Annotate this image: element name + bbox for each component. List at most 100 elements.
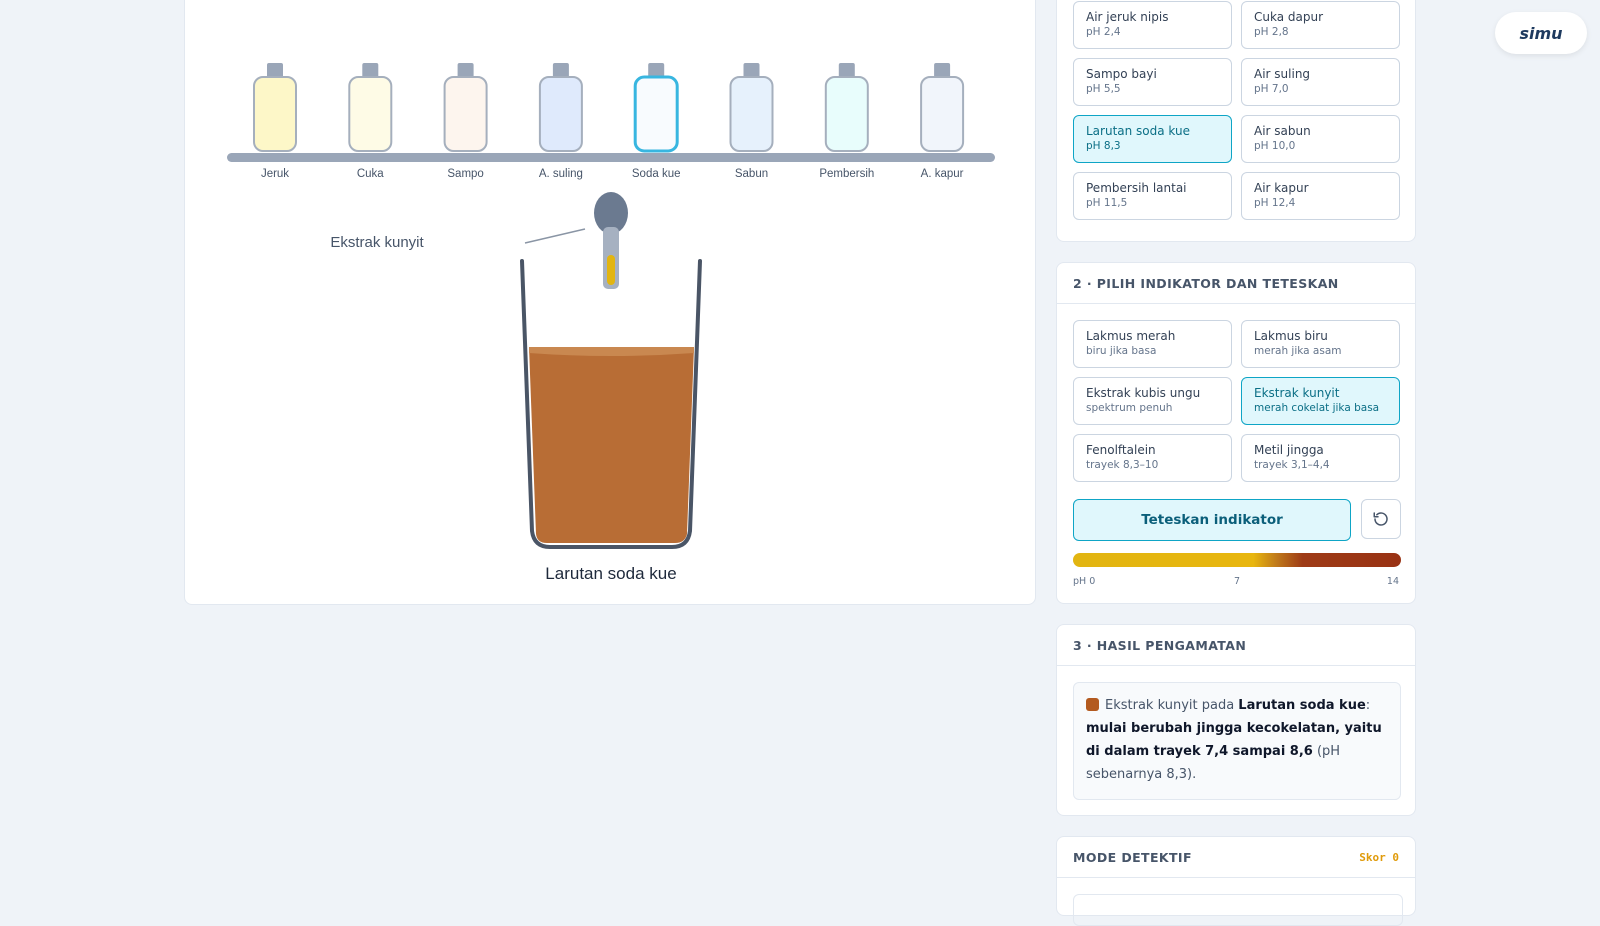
- bottle-sabun[interactable]: [729, 63, 774, 152]
- indicator-name: Ekstrak kunyit: [1254, 386, 1340, 400]
- solution-name: Sampo bayi: [1086, 67, 1157, 81]
- bottle-cap: [267, 63, 283, 78]
- solution-ph: pH 7,0: [1254, 83, 1289, 95]
- bottle-cap: [934, 63, 951, 78]
- simu-logo[interactable]: simu: [1495, 12, 1587, 54]
- solution-option-air-suling[interactable]: Air suling pH 7,0: [1241, 58, 1400, 106]
- indicator-option-metil-jingga[interactable]: Metil jingga trayek 3,1–4,4: [1241, 434, 1400, 482]
- indicator-option-lakmus-biru[interactable]: Lakmus biru merah jika asam: [1241, 320, 1400, 368]
- bottle-label-sampo: Sampo: [447, 168, 483, 180]
- result-panel-header: 3 · HASIL PENGAMATAN: [1057, 625, 1415, 666]
- lab-bench: Jeruk Cuka Sampo A. suling Soda kue Sabun Pemb…: [184, 0, 1036, 605]
- result-panel-title: 3 · HASIL PENGAMATAN: [1073, 637, 1247, 653]
- ph-color-scale: [1073, 553, 1401, 567]
- beaker: [520, 259, 702, 549]
- bottle-label-a-suling: A. suling: [539, 168, 583, 180]
- logo-text: simu: [1519, 23, 1563, 43]
- scale-label-mid: 7: [1234, 576, 1241, 587]
- indicator-desc: merah jika asam: [1254, 345, 1342, 357]
- indicator-name: Lakmus biru: [1254, 329, 1328, 343]
- dropper-pointer-line: [524, 228, 586, 244]
- beaker-liquid: [529, 347, 694, 543]
- solution-option-air-kapur[interactable]: Air kapur pH 12,4: [1241, 172, 1400, 220]
- indicator-panel-title: 2 · PILIH INDIKATOR DAN TETESKAN: [1073, 275, 1339, 291]
- result-colon: :: [1365, 698, 1371, 713]
- result-indicator: Ekstrak kunyit: [1105, 698, 1198, 713]
- solution-option-air-jeruk-nipis[interactable]: Air jeruk nipis pH 2,4: [1073, 1, 1232, 49]
- indicator-option-ekstrak-kubis-ungu[interactable]: Ekstrak kubis ungu spektrum penuh: [1073, 377, 1232, 425]
- indicator-name: Fenolftalein: [1086, 443, 1156, 457]
- bottle-label-cuka: Cuka: [357, 168, 384, 180]
- indicator-panel: 2 · PILIH INDIKATOR DAN TETESKAN Lakmus …: [1056, 262, 1416, 604]
- solution-grid: Air jeruk nipis pH 2,4 Cuka dapur pH 2,8 S…: [1073, 1, 1401, 220]
- indicator-option-ekstrak-kunyit[interactable]: Ekstrak kunyit merah cokelat jika basa: [1241, 377, 1400, 425]
- solution-name: Air kapur: [1254, 181, 1309, 195]
- indicator-option-fenolftalein[interactable]: Fenolftalein trayek 8,3–10: [1073, 434, 1232, 482]
- solution-label: Larutan soda kue: [545, 564, 676, 583]
- drop-indicator-button[interactable]: Teteskan indikator: [1073, 499, 1351, 541]
- solution-ph: pH 12,4: [1254, 197, 1296, 209]
- indicator-name: Ekstrak kubis ungu: [1086, 386, 1201, 400]
- indicator-desc: biru jika basa: [1086, 345, 1157, 357]
- solution-ph: pH 11,5: [1086, 197, 1128, 209]
- indicator-panel-header: 2 · PILIH INDIKATOR DAN TETESKAN: [1057, 263, 1415, 304]
- bottle-body: [920, 76, 965, 152]
- bottle-label-a-kapur: A. kapur: [921, 168, 964, 180]
- solution-name: Larutan soda kue: [1086, 124, 1191, 138]
- indicator-option-lakmus-merah[interactable]: Lakmus merah biru jika basa: [1073, 320, 1232, 368]
- indicator-desc: merah cokelat jika basa: [1254, 402, 1380, 414]
- bottle-a-kapur[interactable]: [920, 63, 965, 152]
- bottle-soda-kue[interactable]: [633, 63, 679, 153]
- reset-button[interactable]: [1361, 499, 1401, 539]
- score-counter: Skor 0: [1359, 850, 1399, 864]
- bottle-label-jeruk: Jeruk: [261, 168, 289, 180]
- bottle-cap: [457, 63, 474, 78]
- bottle-cap: [362, 63, 379, 78]
- bottle-pembersih[interactable]: [824, 63, 869, 152]
- bottle-cuka[interactable]: [348, 63, 393, 152]
- bottle-body: [633, 75, 679, 153]
- indicator-name: Metil jingga: [1254, 443, 1324, 457]
- dropper[interactable]: [594, 192, 628, 289]
- result-connector: pada: [1197, 698, 1239, 713]
- solution-ph: pH 10,0: [1254, 140, 1296, 152]
- solution-option-pembersih-lantai[interactable]: Pembersih lantai pH 11,5: [1073, 172, 1232, 220]
- detective-panel-header: MODE DETEKTIF Skor 0: [1057, 837, 1415, 878]
- result-panel: 3 · HASIL PENGAMATAN Ekstrak kunyit pada…: [1056, 624, 1416, 816]
- bottle-body: [538, 76, 583, 152]
- result-color-swatch: [1086, 698, 1099, 711]
- solution-name: Cuka dapur: [1254, 10, 1324, 24]
- solution-option-sampo-bayi[interactable]: Sampo bayi pH 5,5: [1073, 58, 1232, 106]
- bottle-sampo[interactable]: [443, 63, 488, 152]
- solution-ph: pH 2,8: [1254, 26, 1289, 38]
- solution-name: Air sabun: [1254, 124, 1311, 138]
- solution-option-cuka-dapur[interactable]: Cuka dapur pH 2,8: [1241, 1, 1400, 49]
- indicator-desc: spektrum penuh: [1086, 402, 1173, 414]
- solution-name: Air suling: [1254, 67, 1311, 81]
- bottle-body: [824, 76, 869, 152]
- indicator-grid: Lakmus merah biru jika basa Lakmus biru me…: [1073, 320, 1401, 482]
- bottle-label-pembersih: Pembersih: [819, 168, 874, 180]
- solution-ph: pH 2,4: [1086, 26, 1121, 38]
- bottle-cap: [743, 63, 760, 78]
- scale-label-max: 14: [1386, 576, 1399, 587]
- solution-name: Air jeruk nipis: [1086, 10, 1169, 24]
- solution-ph: pH 8,3: [1086, 140, 1121, 152]
- detective-panel-title: MODE DETEKTIF: [1073, 849, 1192, 865]
- scale-label-min: pH 0: [1073, 576, 1096, 587]
- bottle-label-soda-kue: Soda kue: [632, 168, 681, 180]
- bottle-label-sabun: Sabun: [735, 168, 768, 180]
- indicator-desc: trayek 3,1–4,4: [1254, 459, 1330, 471]
- indicator-name: Lakmus merah: [1086, 329, 1176, 343]
- solution-option-air-sabun[interactable]: Air sabun pH 10,0: [1241, 115, 1400, 163]
- result-solution: Larutan soda kue: [1238, 698, 1366, 713]
- bottle-body: [253, 76, 297, 152]
- solution-ph: pH 5,5: [1086, 83, 1121, 95]
- dropper-indicator-fluid: [607, 255, 615, 285]
- solution-option-larutan-soda-kue[interactable]: Larutan soda kue pH 8,3: [1073, 115, 1232, 163]
- shelf-bar: [227, 153, 995, 162]
- dropper-label: Ekstrak kunyit: [330, 234, 424, 251]
- bottle-body: [729, 76, 774, 152]
- bottle-jeruk[interactable]: [253, 63, 297, 152]
- bottle-a-suling[interactable]: [538, 63, 583, 152]
